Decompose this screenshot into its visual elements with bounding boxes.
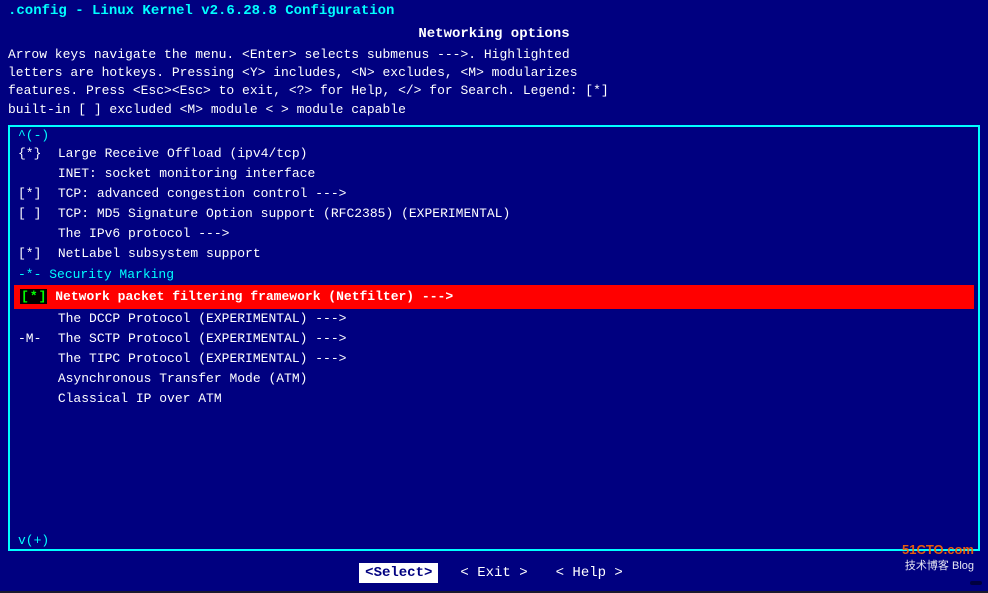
watermark: 51CTO.com 技术博客 Blog xyxy=(902,542,974,573)
item-text: INET: socket monitoring interface xyxy=(58,166,315,181)
item-text: Asynchronous Transfer Mode (ATM) xyxy=(58,371,308,386)
star: * xyxy=(30,289,38,304)
menu-item[interactable]: Classical IP over ATM xyxy=(14,389,974,409)
item-tag: [ ] xyxy=(18,204,50,224)
button-exit[interactable]: < Exit > xyxy=(454,563,533,583)
item-text: TCP: MD5 Signature Option support (RFC23… xyxy=(58,206,510,221)
item-text: The DCCP Protocol (EXPERIMENTAL) ---> xyxy=(58,311,347,326)
item-tag: [*] xyxy=(18,244,50,264)
item-text: The SCTP Protocol (EXPERIMENTAL) ---> xyxy=(58,331,347,346)
help-line-2: letters are hotkeys. Pressing <Y> includ… xyxy=(8,64,980,82)
button-bar: <Select> < Exit > < Help > xyxy=(8,559,980,587)
menu-item[interactable]: The IPv6 protocol ---> xyxy=(14,224,974,244)
watermark-blog: 技术博客 Blog xyxy=(902,557,974,573)
item-text: Classical IP over ATM xyxy=(58,391,222,406)
item-tag: [*] xyxy=(18,184,50,204)
help-text-block: Arrow keys navigate the menu. <Enter> se… xyxy=(8,46,980,119)
help-line-1: Arrow keys navigate the menu. <Enter> se… xyxy=(8,46,980,64)
item-tag: -*- xyxy=(18,267,41,282)
item-text: TCP: advanced congestion control ---> xyxy=(58,186,347,201)
menu-item[interactable]: {*} Large Receive Offload (ipv4/tcp) xyxy=(14,144,974,164)
bracket-open: [ xyxy=(20,289,30,304)
watermark-box: 51CTO.com 技术博客 Blog xyxy=(970,581,982,585)
help-line-4: built-in [ ] excluded <M> module < > mod… xyxy=(8,101,980,119)
item-tag: -M- xyxy=(18,329,50,349)
menu-item[interactable]: INET: socket monitoring interface xyxy=(14,164,974,184)
item-text: NetLabel subsystem support xyxy=(58,246,261,261)
menu-item[interactable]: -*- Security Marking xyxy=(14,265,974,285)
item-text: Network packet filtering framework (Netf… xyxy=(55,289,453,304)
section-title: Networking options xyxy=(8,26,980,42)
item-text: Security Marking xyxy=(49,267,174,282)
scroll-indicator-top: ^(-) xyxy=(10,127,978,144)
bracket-close: ] xyxy=(38,289,48,304)
menu-item[interactable]: [*] Network packet filtering framework (… xyxy=(14,285,974,309)
scroll-indicator-bottom: v(+) xyxy=(10,532,978,549)
menu-item[interactable]: Asynchronous Transfer Mode (ATM) xyxy=(14,369,974,389)
menu-item[interactable]: [*] TCP: advanced congestion control ---… xyxy=(14,184,974,204)
help-line-3: features. Press <Esc><Esc> to exit, <?> … xyxy=(8,82,980,100)
button-select[interactable]: <Select> xyxy=(359,563,438,583)
menu-item[interactable]: [ ] TCP: MD5 Signature Option support (R… xyxy=(14,204,974,224)
title-text: .config - Linux Kernel v2.6.28.8 Configu… xyxy=(8,3,394,19)
menu-items-container[interactable]: {*} Large Receive Offload (ipv4/tcp) INE… xyxy=(10,144,978,532)
item-tag: {*} xyxy=(18,144,50,164)
item-text: The TIPC Protocol (EXPERIMENTAL) ---> xyxy=(58,351,347,366)
item-text: The IPv6 protocol ---> xyxy=(58,226,230,241)
menu-item[interactable]: The DCCP Protocol (EXPERIMENTAL) ---> xyxy=(14,309,974,329)
button-help[interactable]: < Help > xyxy=(550,563,629,583)
menu-item[interactable]: -M- The SCTP Protocol (EXPERIMENTAL) ---… xyxy=(14,329,974,349)
menu-item[interactable]: [*] NetLabel subsystem support xyxy=(14,244,974,264)
item-text: Large Receive Offload (ipv4/tcp) xyxy=(58,146,308,161)
title-bar: .config - Linux Kernel v2.6.28.8 Configu… xyxy=(0,0,988,22)
menu-item[interactable]: The TIPC Protocol (EXPERIMENTAL) ---> xyxy=(14,349,974,369)
menu-box: ^(-) {*} Large Receive Offload (ipv4/tcp… xyxy=(8,125,980,551)
watermark-site: 51CTO.com xyxy=(902,542,974,557)
